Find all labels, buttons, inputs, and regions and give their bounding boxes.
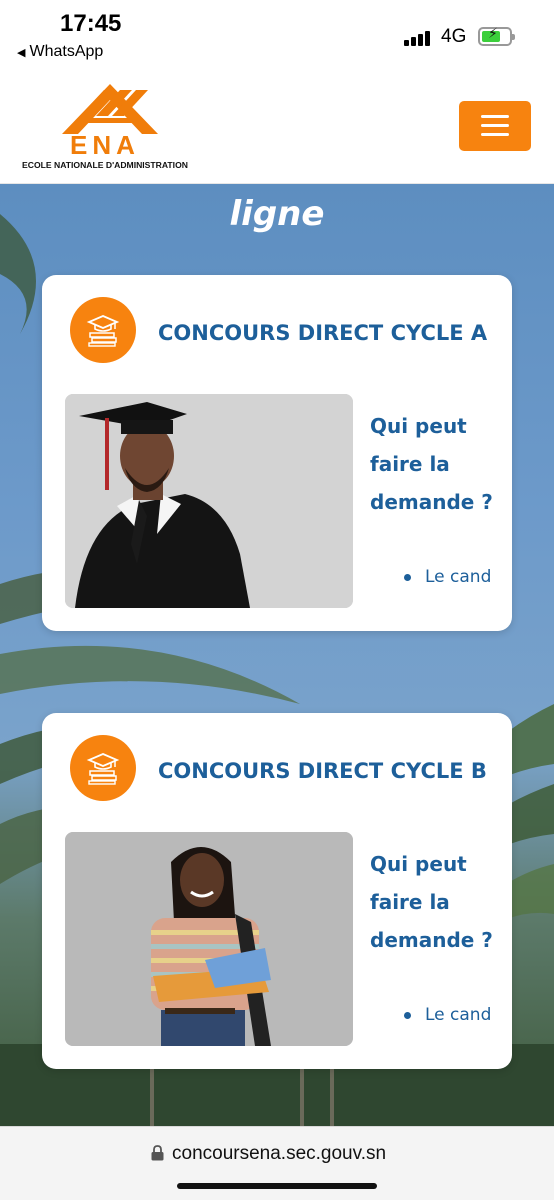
card-list: Le cand: [404, 563, 504, 607]
lock-icon: [151, 1145, 164, 1161]
card-question: Qui peut faire la demande ?: [370, 414, 493, 514]
ena-logo-mark-icon: [62, 84, 158, 134]
browser-url-bar[interactable]: concoursena.sec.gouv.sn: [0, 1126, 554, 1200]
status-bar: 17:45 ◀ WhatsApp 4G ⚡: [0, 0, 554, 72]
card-title: CONCOURS DIRECT CYCLE A: [158, 321, 488, 345]
back-to-app-link[interactable]: ◀ WhatsApp: [17, 43, 103, 61]
card-question: Qui peut faire la demande ?: [370, 852, 493, 952]
status-time: 17:45: [60, 10, 122, 37]
graduate-man-photo: [65, 394, 353, 608]
battery-icon: ⚡: [478, 26, 515, 46]
hero-background: ligne CONCOURS DIRECT CYCLE A Qui peut f…: [0, 184, 554, 1126]
signal-icon: [404, 28, 434, 46]
charging-bolt-icon: ⚡: [488, 26, 498, 42]
graduation-cap-books-icon: [70, 735, 136, 801]
network-type: 4G: [441, 26, 467, 47]
back-arrow-icon: ◀: [17, 47, 26, 59]
card-title: CONCOURS DIRECT CYCLE B: [158, 759, 487, 783]
site-header: ENA ECOLE NATIONALE D'ADMINISTRATION: [0, 72, 554, 184]
student-woman-photo: [65, 832, 353, 1046]
home-indicator[interactable]: [177, 1183, 377, 1189]
list-item: Le cand: [425, 1005, 492, 1025]
list-item: Le cand: [425, 567, 492, 587]
card-cycle-a[interactable]: CONCOURS DIRECT CYCLE A Qui peut faire l…: [42, 275, 512, 631]
back-app-label: WhatsApp: [29, 43, 104, 60]
hamburger-icon: [481, 115, 509, 118]
graduation-cap-books-icon: [70, 297, 136, 363]
hero-title: ligne: [229, 194, 325, 234]
logo-subtitle: ECOLE NATIONALE D'ADMINISTRATION: [22, 160, 188, 170]
menu-button[interactable]: [459, 101, 531, 151]
card-cycle-b[interactable]: CONCOURS DIRECT CYCLE B Qui peut faire l…: [42, 713, 512, 1069]
card-list: Le cand: [404, 1001, 504, 1045]
ena-logo[interactable]: ENA ECOLE NATIONALE D'ADMINISTRATION: [22, 84, 212, 170]
url-text: concoursena.sec.gouv.sn: [172, 1143, 387, 1164]
logo-text: ENA: [70, 130, 140, 160]
